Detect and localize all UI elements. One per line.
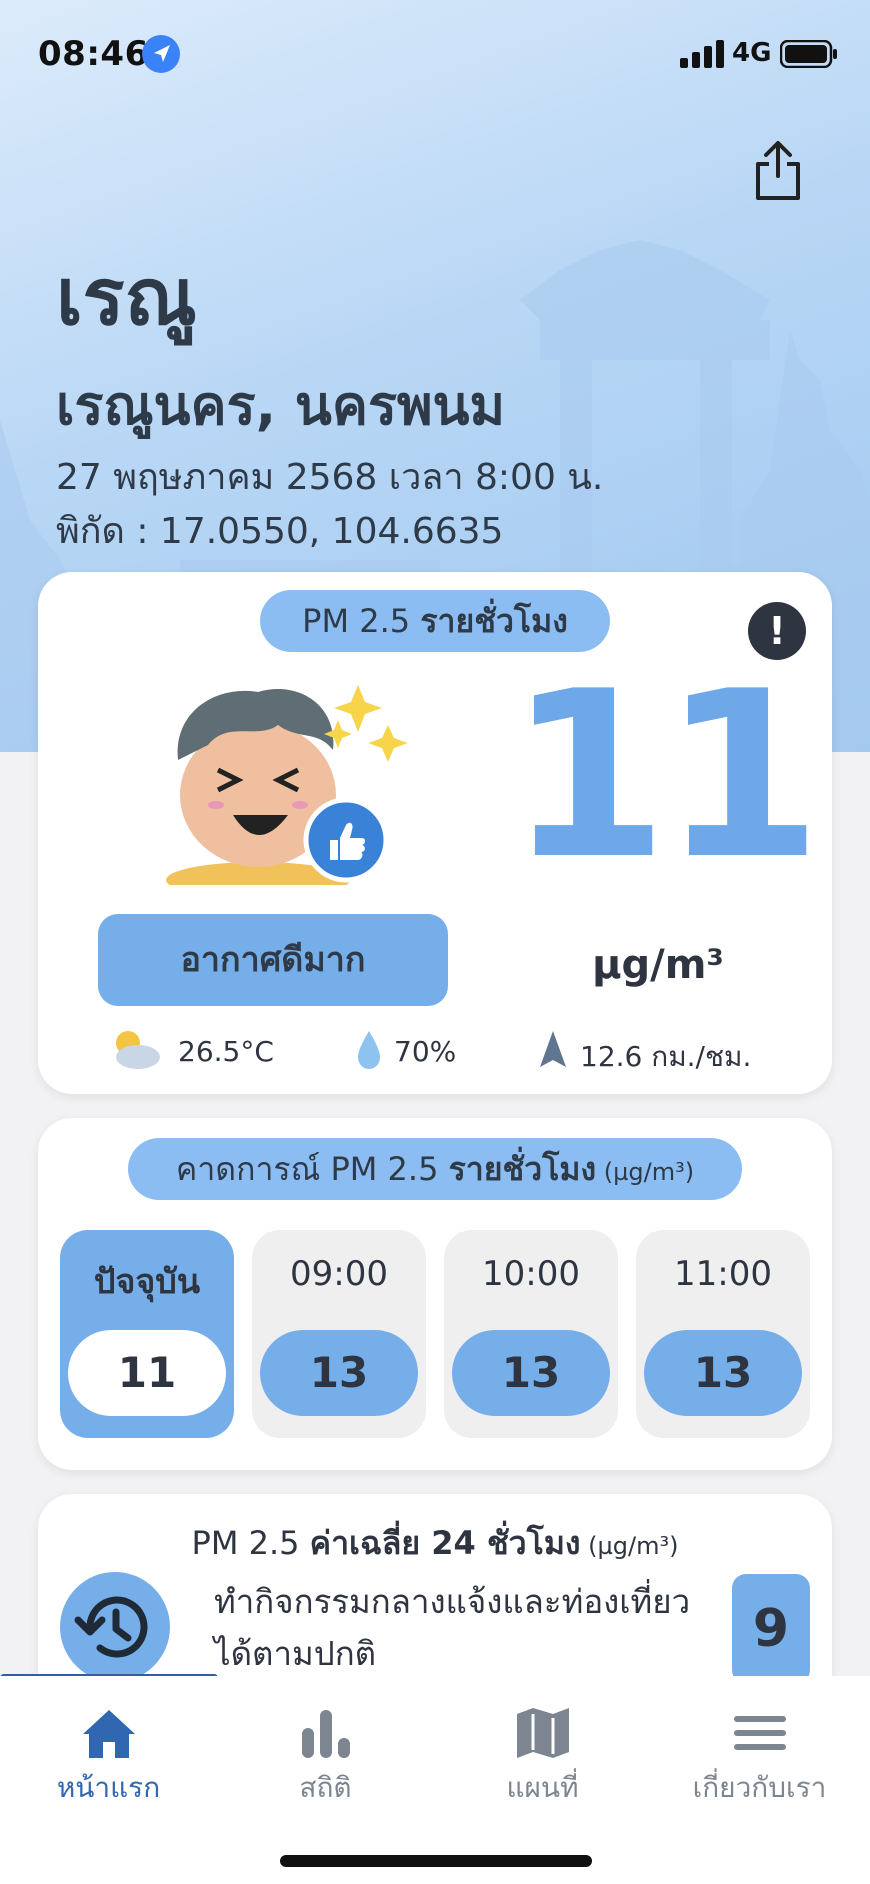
temperature-value: 26.5°C — [178, 1035, 274, 1068]
humidity-value: 70% — [394, 1035, 457, 1068]
tab-label: เกี่ยวกับเรา — [692, 1771, 827, 1804]
pill-bold: รายชั่วโมง — [420, 602, 568, 640]
wind-direction-icon — [540, 1031, 566, 1067]
forecast-slot-0900[interactable]: 09:00 13 — [252, 1230, 426, 1438]
pill-prefix: PM 2.5 — [302, 602, 421, 640]
forecast-pill: คาดการณ์ PM 2.5 รายชั่วโมง (µg/m³) — [128, 1138, 742, 1200]
humidity-stat: 70% — [354, 1027, 456, 1077]
status-time: 08:46 — [38, 34, 149, 74]
happy-mascot-illustration — [166, 685, 408, 885]
forecast-card: คาดการณ์ PM 2.5 รายชั่วโมง (µg/m³) ปัจจุ… — [38, 1118, 832, 1470]
forecast-slot-1000[interactable]: 10:00 13 — [444, 1230, 618, 1438]
average-value: 9 — [732, 1574, 810, 1684]
tab-map[interactable]: แผนที่ — [434, 1706, 651, 1816]
forecast-slot-label: 11:00 — [674, 1254, 772, 1294]
average-title-unit: (µg/m³) — [580, 1532, 679, 1560]
forecast-slot-value: 13 — [452, 1330, 610, 1416]
tab-label: แผนที่ — [506, 1771, 579, 1804]
forecast-pill-prefix: คาดการณ์ PM 2.5 — [175, 1150, 449, 1188]
forecast-pill-bold: รายชั่วโมง — [448, 1150, 597, 1188]
current-pm-card: PM 2.5 รายชั่วโมง ! อากาศดีมาก 11 µg/m³ … — [38, 572, 832, 1094]
signal-bars-icon — [680, 40, 724, 68]
forecast-slot-value: 13 — [644, 1330, 802, 1416]
average-advice: ทำกิจกรรมกลางแจ้งและท่องเที่ยวได้ตามปกติ — [214, 1582, 691, 1673]
forecast-slot-value: 13 — [260, 1330, 418, 1416]
temperature-stat: 26.5°C — [108, 1027, 274, 1077]
forecast-slot-value: 11 — [68, 1330, 226, 1416]
coordinates-text: พิกัด : 17.0550, 104.6635 — [56, 511, 504, 552]
history-icon — [74, 1596, 148, 1658]
bar-chart-icon — [301, 1710, 350, 1758]
average-title: PM 2.5 ค่าเฉลี่ย 24 ชั่วโมง (µg/m³) — [38, 1518, 832, 1569]
home-icon — [82, 1710, 135, 1758]
home-indicator — [280, 1855, 592, 1867]
forecast-slot-label: 09:00 — [290, 1254, 388, 1294]
average-title-prefix: PM 2.5 — [191, 1524, 310, 1562]
forecast-slot-1100[interactable]: 11:00 13 — [636, 1230, 810, 1438]
battery-icon — [780, 40, 837, 68]
tab-home[interactable]: หน้าแรก — [0, 1706, 217, 1816]
page-title: เรณู — [56, 253, 197, 343]
datetime-text: 27 พฤษภาคม 2568 เวลา 8:00 น. — [56, 457, 604, 498]
forecast-slot-label: ปัจจุบัน — [93, 1262, 201, 1302]
wind-stat: 12.6 กม./ชม. — [536, 1027, 751, 1077]
location-arrow-icon — [142, 35, 180, 73]
status-bar: 08:46 4G — [0, 0, 870, 110]
partly-cloudy-icon — [116, 1031, 160, 1069]
history-button[interactable] — [60, 1572, 170, 1682]
wind-value: 12.6 กม./ชม. — [580, 1040, 752, 1073]
map-icon — [516, 1708, 569, 1758]
location-subtitle: เรณูนคร, นครพนม — [56, 374, 506, 437]
tab-label: สถิติ — [299, 1771, 352, 1804]
tab-about[interactable]: เกี่ยวกับเรา — [651, 1706, 868, 1816]
forecast-slot-current[interactable]: ปัจจุบัน 11 — [60, 1230, 234, 1438]
water-drop-icon — [358, 1031, 380, 1069]
tab-stats[interactable]: สถิติ — [217, 1706, 434, 1816]
tab-label: หน้าแรก — [56, 1771, 161, 1804]
air-quality-label: อากาศดีมาก — [98, 914, 448, 1006]
pm-current-value: 11 — [508, 643, 822, 910]
bottom-tab-bar: หน้าแรก สถิติ แผนที่ เกี่ยวกับเรา — [0, 1676, 870, 1884]
forecast-pill-unit: (µg/m³) — [596, 1158, 695, 1186]
forecast-slot-label: 10:00 — [482, 1254, 580, 1294]
share-icon[interactable] — [752, 140, 804, 202]
network-type: 4G — [732, 38, 772, 68]
pm-unit: µg/m³ — [592, 942, 724, 988]
menu-icon — [733, 1716, 786, 1750]
average-title-bold: ค่าเฉลี่ย 24 ชั่วโมง — [309, 1524, 581, 1562]
